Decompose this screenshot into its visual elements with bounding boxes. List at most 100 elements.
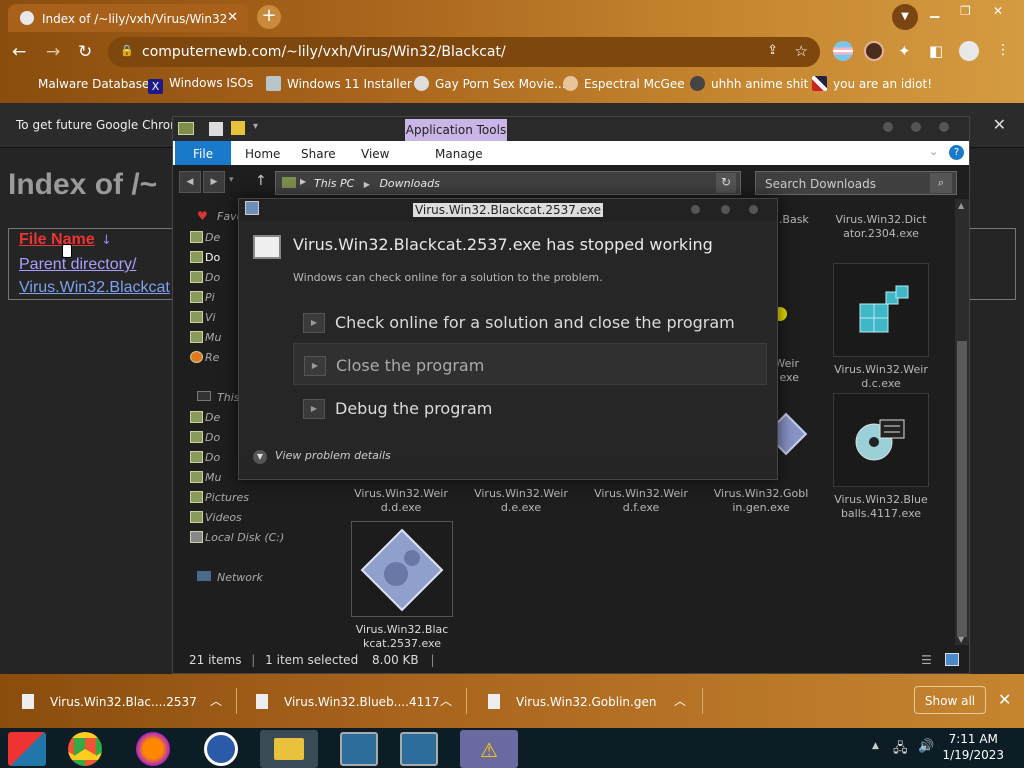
- globe-taskbar-icon[interactable]: [204, 732, 238, 766]
- bookmark-espectral-mcgee[interactable]: Espectral McGee: [563, 76, 685, 91]
- recent-dropdown-icon[interactable]: ▾: [229, 175, 234, 185]
- parent-directory-link[interactable]: Parent directory/: [19, 256, 136, 274]
- share-icon[interactable]: ⇪: [767, 43, 778, 58]
- file-item[interactable]: Virus.Win32.Weir d.e.exe: [473, 487, 569, 515]
- avatar-extension-icon[interactable]: [864, 41, 884, 61]
- quick-access-dropdown-icon[interactable]: ▾: [253, 121, 258, 132]
- tab-close-icon[interactable]: ✕: [227, 10, 238, 25]
- nav-item[interactable]: Pi: [190, 291, 215, 304]
- back-icon[interactable]: ←: [12, 42, 26, 62]
- nav-item[interactable]: Do: [190, 251, 220, 264]
- tab-file[interactable]: File: [175, 141, 231, 165]
- nav-item[interactable]: De: [190, 231, 220, 244]
- show-all-button[interactable]: Show all: [914, 686, 986, 714]
- tab-view[interactable]: View: [361, 147, 389, 161]
- nav-item[interactable]: Local Disk (C:): [190, 531, 284, 544]
- nav-item[interactable]: Vi: [190, 311, 216, 324]
- tab-search-button[interactable]: ▼: [892, 4, 918, 30]
- up-arrow-icon[interactable]: ↑: [255, 173, 267, 189]
- new-tab-button[interactable]: +: [257, 5, 281, 29]
- view-problem-details-toggle[interactable]: ▼ View problem details: [253, 449, 391, 464]
- error-app-taskbar-icon[interactable]: ⚠: [460, 730, 518, 768]
- nav-item[interactable]: Videos: [190, 511, 242, 524]
- volume-icon[interactable]: 🔊: [918, 739, 934, 754]
- menu-kebab-icon[interactable]: ⋮: [996, 42, 1010, 58]
- side-panel-icon[interactable]: ◧: [929, 42, 943, 60]
- network-app-taskbar-icon[interactable]: [340, 732, 378, 766]
- reload-icon[interactable]: ↻: [78, 42, 92, 62]
- vertical-scrollbar[interactable]: ▲ ▼: [955, 199, 969, 645]
- file-item[interactable]: Virus.Win32.Dict ator.2304.exe: [833, 213, 929, 241]
- window-close-icon[interactable]: ✕: [993, 4, 1003, 18]
- minimize-icon[interactable]: ▁: [930, 4, 939, 18]
- file-item[interactable]: Virus.Win32.Weir d.d.exe: [353, 487, 449, 515]
- file-item[interactable]: Virus.Win32.Weir d.f.exe: [593, 487, 689, 515]
- bookmark-malware-database[interactable]: Malware Database: [18, 76, 149, 91]
- minimize-icon[interactable]: [883, 122, 893, 132]
- network-app-taskbar-icon[interactable]: [400, 732, 438, 766]
- infobar-close-icon[interactable]: ✕: [993, 115, 1006, 134]
- chevron-up-icon[interactable]: ︿: [210, 692, 222, 709]
- breadcrumb-downloads[interactable]: Downloads: [379, 177, 439, 190]
- explorer-address-bar[interactable]: ▶ This PC ▶ Downloads ↻: [275, 171, 741, 195]
- refresh-icon[interactable]: ↻: [716, 173, 736, 193]
- file-name-column-header[interactable]: File Name: [19, 231, 95, 249]
- tray-expand-icon[interactable]: ▲: [872, 741, 879, 751]
- check-online-button[interactable]: ▶ Check online for a solution and close …: [293, 301, 767, 343]
- file-item[interactable]: Virus.Win32.Gobl in.gen.exe: [713, 487, 809, 515]
- file-item[interactable]: Virus.Win32.Blue balls.4117.exe: [833, 393, 929, 521]
- bookmark-windows-isos[interactable]: X Windows ISOs: [148, 76, 253, 94]
- nav-item[interactable]: De: [190, 411, 220, 424]
- close-icon[interactable]: [939, 122, 949, 132]
- tab-manage[interactable]: Manage: [435, 147, 483, 161]
- close-program-button[interactable]: ▶ Close the program: [293, 343, 767, 385]
- properties-icon[interactable]: [209, 122, 223, 136]
- chrome-taskbar-icon[interactable]: [68, 732, 102, 766]
- download-item[interactable]: Virus.Win32.Blac....2537 ︿: [22, 674, 236, 728]
- back-arrow-icon[interactable]: ◀: [179, 171, 201, 193]
- search-icon[interactable]: ⌕: [930, 173, 952, 193]
- download-item[interactable]: Virus.Win32.Blueb....4117 ︿: [256, 674, 466, 728]
- network-tray-icon[interactable]: 🖧: [893, 739, 908, 761]
- tab-home[interactable]: Home: [245, 147, 280, 161]
- scroll-down-icon[interactable]: ▼: [958, 635, 964, 644]
- details-view-icon[interactable]: ☰: [921, 653, 932, 667]
- flag-extension-icon[interactable]: [833, 41, 853, 61]
- minimize-icon[interactable]: [691, 205, 700, 214]
- profile-avatar[interactable]: [959, 41, 979, 61]
- download-item[interactable]: Virus.Win32.Goblin.gen ︿: [488, 674, 702, 728]
- start-button[interactable]: [8, 732, 46, 766]
- firefox-taskbar-icon[interactable]: [136, 732, 170, 766]
- close-icon[interactable]: [749, 205, 758, 214]
- bookmark-windows-11-installer[interactable]: Windows 11 Installer: [266, 76, 412, 91]
- debug-program-button[interactable]: ▶ Debug the program: [293, 387, 767, 429]
- address-bar[interactable]: 🔒 computernewb.com/~lily/vxh/Virus/Win32…: [108, 37, 820, 67]
- bookmark-gay-porn-sex-movie[interactable]: Gay Porn Sex Movie...: [414, 76, 566, 91]
- nav-item[interactable]: Do: [190, 271, 220, 284]
- maximize-icon[interactable]: [721, 205, 730, 214]
- explorer-taskbar-icon[interactable]: [260, 730, 318, 768]
- search-input[interactable]: Search Downloads ⌕: [755, 171, 957, 195]
- bookmark-you-are-an-idiot[interactable]: you are an idiot!: [812, 76, 932, 91]
- ribbon-expand-icon[interactable]: ⌄: [929, 145, 938, 158]
- nav-item[interactable]: Re: [190, 351, 219, 364]
- file-item-selected[interactable]: Virus.Win32.Blac kcat.2537.exe: [351, 521, 453, 651]
- nav-item[interactable]: Do: [190, 431, 220, 444]
- browser-tab[interactable]: Index of /~lily/vxh/Virus/Win32 ✕: [8, 4, 248, 32]
- sort-arrow-icon[interactable]: ↓: [101, 233, 112, 248]
- nav-item[interactable]: Mu: [190, 331, 221, 344]
- file-item[interactable]: Virus.Win32.Weir d.c.exe: [833, 263, 929, 391]
- file-link[interactable]: Virus.Win32.Blackcat: [19, 279, 170, 297]
- nav-item[interactable]: Mu: [190, 471, 221, 484]
- maximize-icon[interactable]: [911, 122, 921, 132]
- scroll-up-icon[interactable]: ▲: [958, 201, 964, 210]
- forward-icon[interactable]: →: [46, 42, 60, 62]
- nav-this-pc[interactable]: This: [217, 391, 239, 404]
- breadcrumb-this-pc[interactable]: This PC: [314, 177, 354, 190]
- system-clock[interactable]: 7:11 AM 1/19/2023: [942, 731, 1004, 763]
- shelf-close-icon[interactable]: ✕: [998, 690, 1011, 709]
- forward-arrow-icon[interactable]: ▶: [203, 171, 225, 193]
- chevron-up-icon[interactable]: ︿: [674, 692, 686, 709]
- tab-share[interactable]: Share: [301, 147, 336, 161]
- bookmark-anime[interactable]: uhhh anime shit: [690, 76, 808, 91]
